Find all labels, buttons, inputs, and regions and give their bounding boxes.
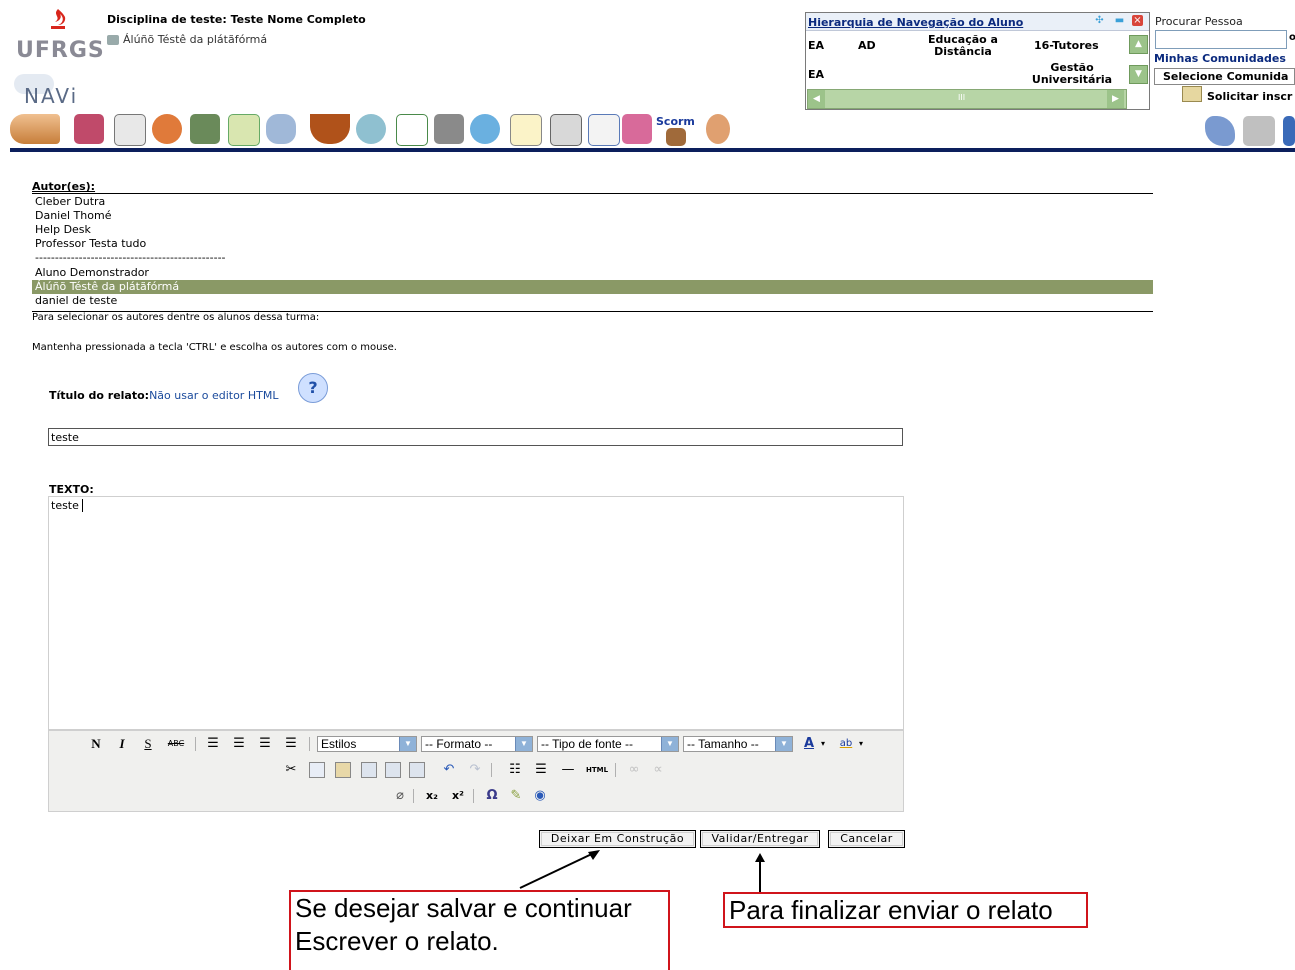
arrow-line-draft [519,851,597,889]
arrow-head-submit [755,853,765,862]
annotation-arrows [519,850,765,893]
annotation-submit-note: Para finalizar enviar o relato [723,892,1088,928]
annotation-save-note: Se desejar salvar e continuar Escrever o… [289,890,670,970]
annotation-save-line-1: Se desejar salvar e continuar [295,893,632,923]
annotation-save-line-2: Escrever o relato. [295,926,499,956]
